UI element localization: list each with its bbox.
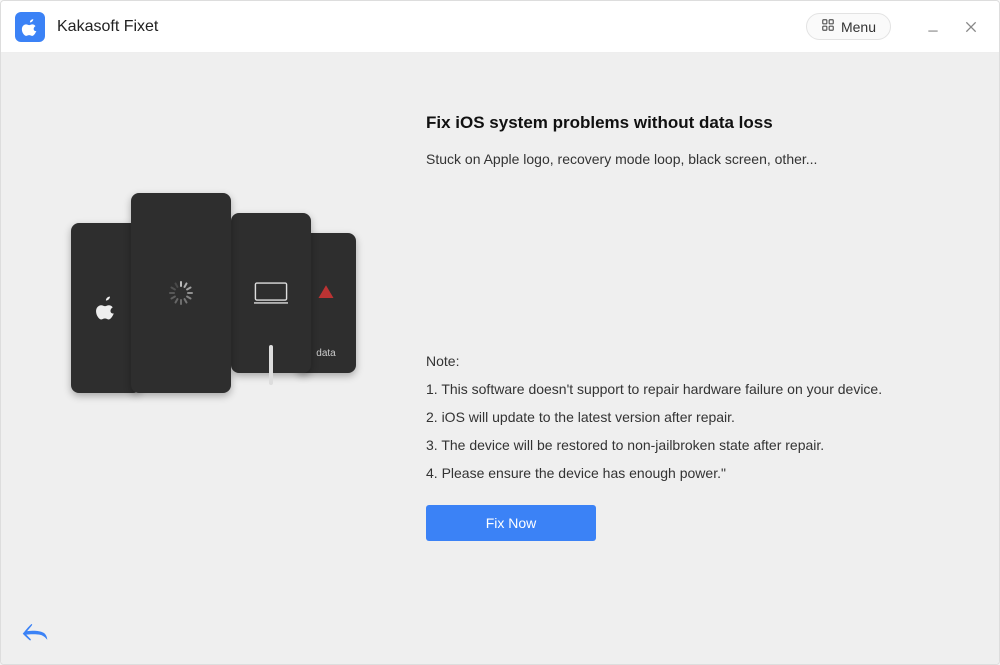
- minimize-button[interactable]: [919, 13, 947, 41]
- menu-button[interactable]: Menu: [806, 13, 891, 40]
- illustration-column: data: [61, 113, 421, 664]
- grid-icon: [821, 18, 835, 35]
- spinner-icon: [169, 281, 193, 305]
- headline: Fix iOS system problems without data los…: [426, 113, 939, 133]
- note-item: 3. The device will be restored to non-ja…: [426, 431, 939, 459]
- phone-fan-illustration: data: [71, 193, 371, 453]
- app-window: Kakasoft Fixet Menu data: [0, 0, 1000, 665]
- subline: Stuck on Apple logo, recovery mode loop,…: [426, 151, 939, 167]
- info-column: Fix iOS system problems without data los…: [421, 113, 939, 664]
- app-logo-icon: [15, 12, 45, 42]
- menu-label: Menu: [841, 19, 876, 35]
- close-button[interactable]: [957, 13, 985, 41]
- note-title: Note:: [426, 347, 939, 375]
- content-area: data: [1, 53, 999, 664]
- note-item: 4. Please ensure the device has enough p…: [426, 459, 939, 487]
- note-item: 2. iOS will update to the latest version…: [426, 403, 939, 431]
- phone-card-spinner: [131, 193, 231, 393]
- app-title: Kakasoft Fixet: [57, 18, 158, 36]
- note-block: Note: 1. This software doesn't support t…: [426, 347, 939, 487]
- cable-icon: [269, 345, 273, 385]
- titlebar: Kakasoft Fixet Menu: [1, 1, 999, 53]
- data-label: data: [316, 348, 335, 359]
- phone-card-itunes: [231, 213, 311, 373]
- note-item: 1. This software doesn't support to repa…: [426, 375, 939, 403]
- back-button[interactable]: [21, 621, 49, 648]
- fix-now-button[interactable]: Fix Now: [426, 505, 596, 541]
